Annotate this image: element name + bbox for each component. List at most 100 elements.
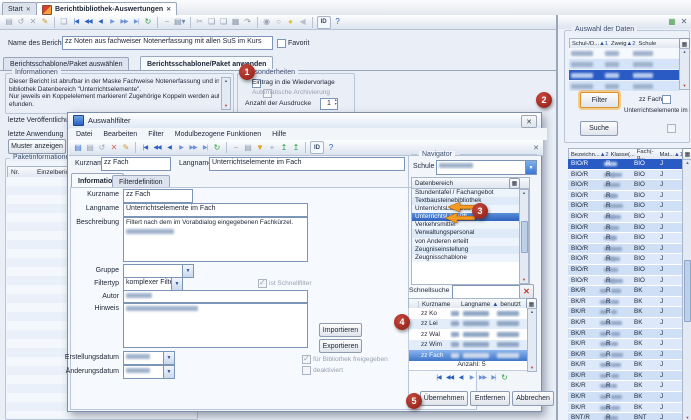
col-schule[interactable]: Schule [635, 41, 656, 47]
results-col-kurzname[interactable]: Kurzname [419, 301, 461, 308]
remove-icon[interactable]: − [162, 17, 172, 28]
alert-icon[interactable]: ◉ [262, 17, 272, 28]
unterricht-row[interactable]: BIO/RRBIOJ [568, 191, 682, 202]
result-row[interactable]: zz Lei [409, 319, 527, 330]
nav-next-icon[interactable]: ▶ [176, 142, 186, 153]
toolbar-close-icon[interactable]: ✕ [533, 144, 539, 152]
nav-next-page-icon[interactable]: ▶▶ [119, 17, 129, 28]
tab-berichtbibliothek[interactable]: Berichtbibliothek-Auswertungen ✕ [36, 2, 177, 16]
unterricht-row[interactable]: BK/RRBKJ [568, 403, 682, 414]
schnellsuche-input[interactable] [452, 285, 522, 299]
grid-view-icon[interactable]: ▦ [667, 17, 677, 28]
menu-item-datei[interactable]: Datei [76, 131, 92, 138]
paste-icon[interactable]: ▦ [231, 17, 241, 28]
col-zweig[interactable]: Zweig [608, 41, 626, 47]
col-klasse[interactable]: Klasse(... [609, 152, 635, 158]
refresh-icon[interactable]: ↻ [500, 372, 509, 382]
save-icon[interactable]: ▤ [85, 142, 95, 153]
form-autor-input[interactable] [123, 290, 308, 303]
close-icon[interactable]: ✕ [166, 6, 171, 13]
unterricht-row[interactable]: BIO/RRBIOJ [568, 170, 682, 181]
close-icon[interactable]: ✕ [26, 6, 31, 13]
dialog-langname-input[interactable]: Unterrichtselemente im Fach [209, 157, 405, 171]
chevron-down-icon[interactable]: ▼ [163, 351, 175, 365]
muster-anzeigen-button[interactable]: Muster anzeigen [8, 139, 66, 154]
results-col-benutzt[interactable]: benutzt [500, 301, 520, 308]
undo-icon[interactable]: ↺ [97, 142, 107, 153]
unterricht-row[interactable]: BK/RRBKJ [568, 339, 682, 350]
menu-item-hilfe[interactable]: Hilfe [272, 131, 286, 138]
print-icon[interactable]: ▤ [243, 142, 253, 153]
fit-window-icon[interactable]: + [267, 142, 277, 153]
schule-row[interactable] [569, 81, 679, 92]
uebernehmen-button[interactable]: Übernehmen [420, 391, 468, 406]
oval-icon[interactable]: ○ [274, 17, 284, 28]
id-icon[interactable]: ID [310, 141, 324, 154]
datenbereich-header[interactable]: Datenbereich ▦ [412, 178, 529, 189]
close-panel-icon[interactable]: ✕ [679, 17, 689, 28]
unterricht-row[interactable]: BIO/RRBIOJ [568, 244, 682, 255]
unterricht-row[interactable]: BIO/RRBIOJ [568, 180, 682, 191]
schule-combo[interactable] [436, 160, 530, 175]
report-name-input[interactable]: zz Noten aus fachweiser Notenerfassung m… [62, 36, 273, 50]
info-scrollbar[interactable]: ▲▼ [221, 77, 231, 110]
result-row[interactable]: zz Fach [409, 350, 527, 361]
unterricht-row[interactable]: BK/RRBKJ [568, 350, 682, 361]
datenbereich-scrollbar[interactable]: ▲▼ [519, 189, 529, 284]
chevron-down-icon[interactable]: ▼ [182, 264, 194, 278]
filter-button[interactable]: Filter [580, 92, 619, 108]
unterricht-row[interactable]: BIO/RRBIOJ [568, 223, 682, 234]
duplicate-icon[interactable]: ❏ [219, 17, 229, 28]
tab-start[interactable]: Start ✕ [2, 2, 37, 16]
nav-last-icon[interactable]: ▶| [131, 17, 141, 28]
edit-notes-icon[interactable]: ✎ [40, 17, 50, 28]
pager-icon[interactable]: ▶ [467, 372, 476, 382]
chevron-down-icon[interactable]: ▼ [171, 277, 183, 291]
pager-icon[interactable]: |◀ [434, 372, 443, 382]
report-dropdown-icon[interactable]: ▤▾ [174, 17, 186, 28]
help-icon[interactable]: ? [333, 17, 343, 28]
form-kurzname-input[interactable]: zz Fach [123, 189, 193, 203]
refresh-icon[interactable]: ↻ [212, 142, 222, 153]
grid-options-icon[interactable]: ▦ [509, 178, 520, 189]
unterricht-row[interactable]: BK/RRBKJ [568, 297, 682, 308]
dialog-kurzname-input[interactable]: zz Fach [101, 157, 171, 171]
form-hinweis-textarea[interactable] [123, 303, 308, 348]
bulb-icon[interactable]: ● [286, 17, 296, 28]
menu-item-filter[interactable]: Filter [148, 131, 164, 138]
unterricht-row[interactable]: BK/RRBKJ [568, 392, 682, 403]
filter-funnel-icon[interactable]: ▼ [255, 142, 265, 153]
unterricht-row[interactable]: BNT/RRBNTJ [568, 413, 682, 420]
unterricht-row[interactable]: BK/RRBKJ [568, 381, 682, 392]
clear-search-icon[interactable]: ✕ [519, 284, 534, 299]
unterricht-scrollbar[interactable]: ▲▼ [682, 159, 691, 420]
paste-special-icon[interactable]: ↷ [243, 17, 253, 28]
remove-icon[interactable]: − [231, 142, 241, 153]
zz-fach-checkbox[interactable] [662, 95, 671, 104]
spinner-arrows[interactable]: ▲▼ [334, 98, 341, 108]
unterricht-row[interactable]: BK/RRBKJ [568, 371, 682, 382]
delete-icon[interactable]: ✕ [28, 17, 38, 28]
unterricht-row[interactable]: BK/RRBKJ [568, 360, 682, 371]
edit-notes-icon[interactable]: ✎ [121, 142, 131, 153]
result-row[interactable]: zz Wim [409, 340, 527, 351]
exportieren-button[interactable]: Exportieren [319, 339, 362, 353]
navigator-item[interactable]: Zeugniseinstellung [412, 246, 520, 254]
unterricht-row[interactable]: BIO/RRBIOJ [568, 233, 682, 244]
unterricht-row[interactable]: BK/RRBKJ [568, 329, 682, 340]
menu-item-modulbezogene-funktionen[interactable]: Modulbezogene Funktionen [175, 131, 261, 138]
chevron-down-icon[interactable]: ▼ [163, 365, 175, 379]
pager-icon[interactable]: ▶▶ [478, 372, 487, 382]
favorit-checkbox[interactable] [277, 39, 286, 48]
unterricht-row[interactable]: BIO/RRBIOJ [568, 212, 682, 223]
chevron-down-icon[interactable]: ▼ [525, 160, 537, 175]
form-filtertyp-combo[interactable]: komplexer Filter [123, 277, 176, 291]
import-file-icon[interactable]: ↥ [279, 142, 289, 153]
nav-prev-page-icon[interactable]: ◀◀ [152, 142, 162, 153]
suche-button[interactable]: Suche [580, 121, 618, 136]
nav-first-icon[interactable]: |◀ [71, 17, 81, 28]
unterricht-row[interactable]: BIO/RRBIOJ [568, 159, 682, 170]
unterricht-row[interactable]: BIO/RRBIOJ [568, 254, 682, 265]
unterricht-row[interactable]: BIO/RRBIOJ [568, 201, 682, 212]
nav-last-icon[interactable]: ▶| [200, 142, 210, 153]
